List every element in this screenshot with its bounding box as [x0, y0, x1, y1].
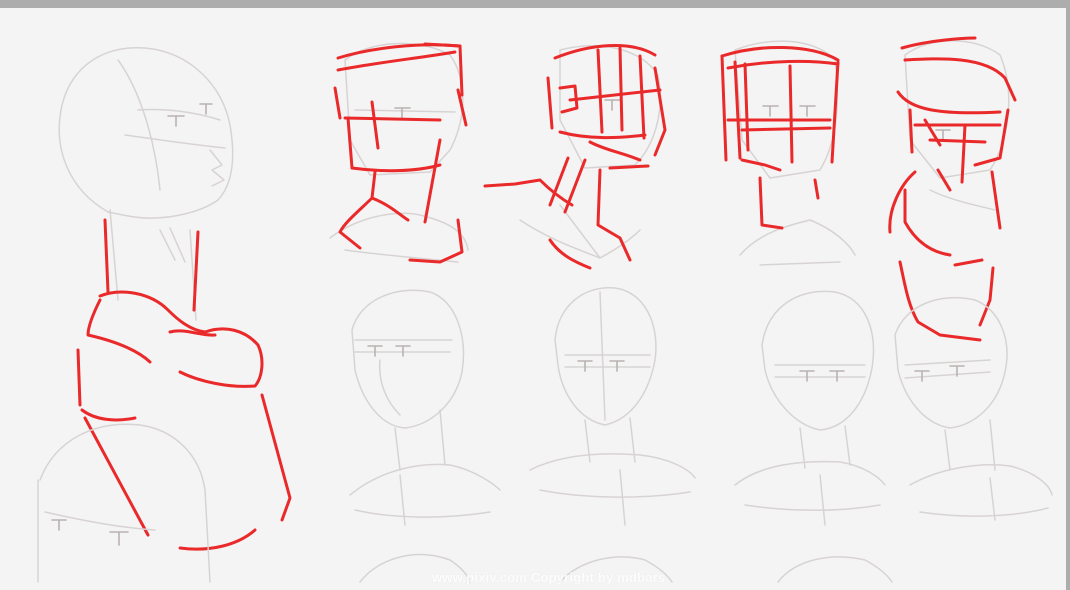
- lower-left-head-sketch: [37, 423, 211, 583]
- head-construction-3: [720, 46, 840, 230]
- head-sketch-6: [529, 287, 696, 526]
- head-sketch-5: [349, 289, 501, 526]
- head-sketch-7: [734, 290, 886, 526]
- right-border: [1066, 0, 1070, 590]
- head-construction-4: [888, 36, 1017, 342]
- drawing-canvas: [0, 8, 1066, 590]
- large-head-sketch: [58, 47, 234, 321]
- sketch-sheet: [37, 36, 1053, 583]
- head-construction-2: [483, 43, 667, 270]
- head-sketch-2: [519, 45, 661, 259]
- watermark-text: www.pixiv.com Copyright by mdbars: [432, 570, 666, 585]
- head-sketch-8: [894, 296, 1053, 521]
- top-border: [0, 0, 1070, 8]
- large-head-construction: [76, 218, 292, 551]
